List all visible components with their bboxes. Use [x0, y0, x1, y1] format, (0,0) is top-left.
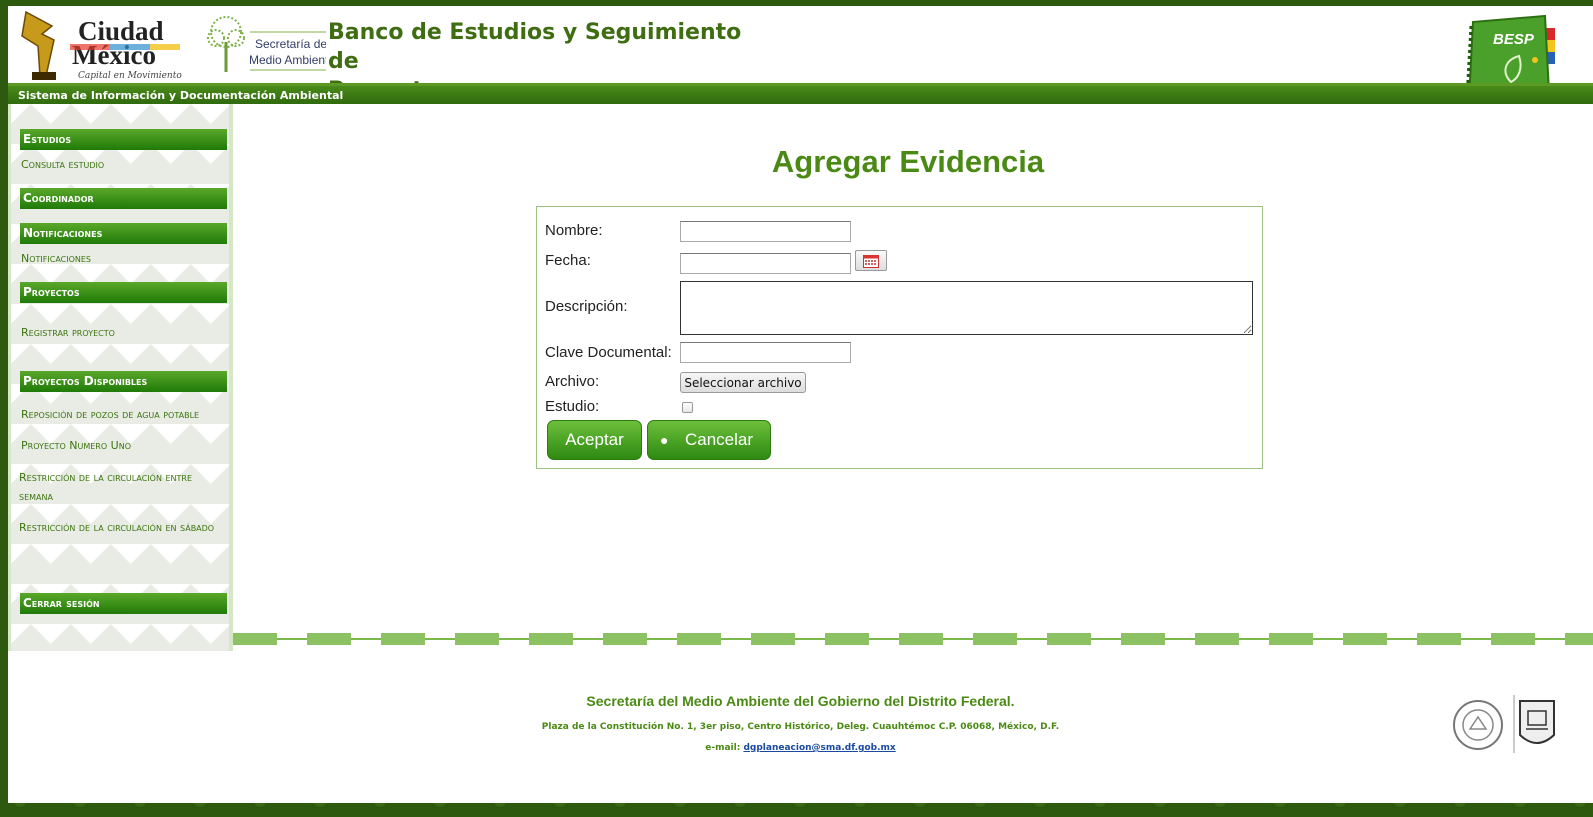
calendar-icon: [863, 254, 879, 268]
accept-button[interactable]: Aceptar: [547, 420, 642, 460]
menu-link-restriccion-sabado[interactable]: Restricción de la circulación en sábado: [19, 518, 229, 537]
estudio-label: Estudio:: [545, 398, 600, 415]
clave-documental-label: Clave Documental:: [545, 344, 672, 361]
menu-section-cerrar-sesion[interactable]: Cerrar sesión: [20, 593, 227, 614]
svg-text:Capital en Movimiento: Capital en Movimiento: [78, 71, 182, 81]
ciudad-de-mexico-logo: Ciudad México Capital en Movimiento: [21, 10, 182, 81]
page-title: Agregar Evidencia: [771, 144, 1045, 179]
page: Ciudad México Capital en Movimiento Secr…: [8, 6, 1593, 803]
footer-email-link[interactable]: dgplaneacion@sma.df.gob.mx: [743, 743, 895, 753]
nombre-label: Nombre:: [545, 222, 603, 239]
svg-text:Medio Ambiente: Medio Ambiente: [249, 53, 326, 67]
menu-link-consulta-estudio[interactable]: Consulta estudio: [21, 155, 231, 174]
svg-text:BESP: BESP: [1493, 31, 1535, 48]
menu-link-registrar-proyecto[interactable]: Registrar proyecto: [21, 323, 231, 342]
footer-address: Plaza de la Constitución No. 1, 3er piso…: [541, 722, 1060, 732]
site-title-line1: Banco de Estudios y Seguimiento de: [328, 20, 742, 74]
nombre-input[interactable]: [680, 221, 851, 242]
menu-section-proyectos: Proyectos: [20, 282, 227, 303]
cancel-button[interactable]: ● Cancelar: [647, 420, 771, 460]
subheader-text: Sistema de Información y Documentación A…: [18, 89, 344, 102]
select-file-button[interactable]: Seleccionar archivo: [680, 372, 806, 393]
calendar-button[interactable]: [855, 250, 887, 271]
descripcion-textarea[interactable]: [680, 281, 1253, 335]
svg-text:Secretaría del: Secretaría del: [255, 37, 326, 51]
clave-documental-input[interactable]: [680, 342, 851, 363]
subheader-bar: Sistema de Información y Documentación A…: [8, 83, 1593, 104]
bullet-icon: ●: [660, 432, 669, 448]
footer-organization: Secretaría del Medio Ambiente del Gobier…: [586, 693, 1015, 709]
menu-link-proyecto-numero-uno[interactable]: Proyecto Numero Uno: [21, 436, 231, 455]
ciudad-con-equidad-seal-icon: [1453, 700, 1503, 750]
menu-section-notificaciones: Notificaciones: [20, 223, 227, 244]
footer-email-label: e-mail:: [705, 743, 741, 753]
menu-link-notificaciones[interactable]: Notificaciones: [21, 249, 231, 268]
menu-section-coordinador[interactable]: Coordinador: [20, 188, 227, 209]
coat-of-arms-icon: [1513, 695, 1555, 753]
evidence-form: Nombre: Fecha: Descripción: Clave Docume…: [536, 206, 1263, 469]
footer: Secretaría del Medio Ambiente del Gobier…: [8, 651, 1593, 803]
fecha-label: Fecha:: [545, 252, 591, 269]
menu-section-proyectos-disponibles: Proyectos Disponibles: [20, 371, 227, 392]
fecha-input[interactable]: [680, 253, 851, 274]
archivo-label: Archivo:: [545, 373, 600, 390]
menu-link-proyecto-pozos[interactable]: Reposición de pozos de agua potable: [21, 405, 231, 424]
descripcion-label: Descripción:: [545, 298, 628, 315]
main-content: Agregar Evidencia Nombre: Fecha: Descrip…: [233, 104, 1593, 644]
secretaria-medio-ambiente-logo: Secretaría del Medio Ambiente: [207, 16, 326, 72]
footer-email-row: e-mail: dgplaneacion@sma.df.gob.mx: [8, 743, 1593, 753]
sidebar: Estudios Consulta estudio Coordinador No…: [8, 104, 233, 651]
menu-section-estudios: Estudios: [20, 129, 227, 150]
decorative-divider: [233, 633, 1593, 645]
cancel-button-label: Cancelar: [684, 430, 754, 449]
menu-link-restriccion-semana[interactable]: Restricción de la circulación entre sema…: [19, 468, 229, 506]
estudio-checkbox[interactable]: [682, 402, 693, 413]
header: Ciudad México Capital en Movimiento Secr…: [8, 6, 1593, 104]
